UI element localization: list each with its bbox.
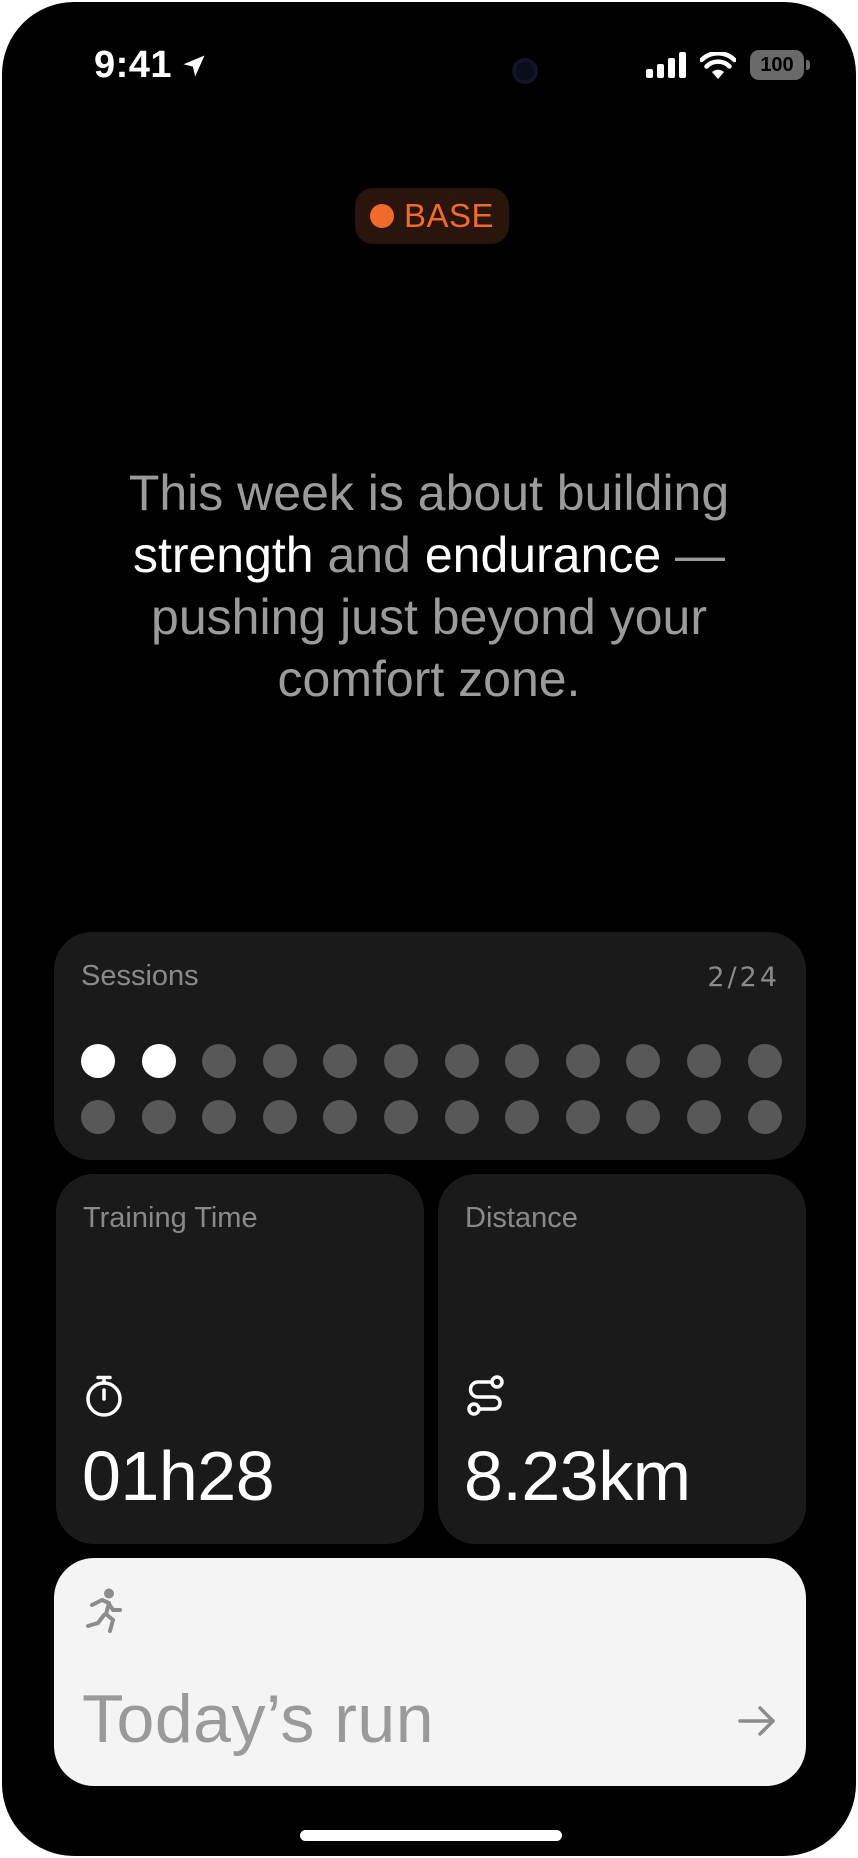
headline-text-2: and [313, 527, 425, 583]
headline-text-1: This week is about building [128, 465, 730, 521]
runner-icon [86, 1588, 122, 1633]
session-dot-pending [686, 1100, 721, 1134]
battery-icon: 100 [750, 50, 810, 80]
session-dot-pending [202, 1100, 237, 1134]
session-dot-pending [686, 1044, 721, 1078]
todays-run-label: Today’s run [82, 1681, 435, 1757]
session-dot-pending [626, 1100, 661, 1134]
session-dot-completed [81, 1044, 115, 1078]
sessions-dots-grid [81, 1044, 782, 1134]
sessions-title: Sessions [81, 960, 199, 992]
session-dot-pending [444, 1044, 479, 1078]
session-dot-pending [444, 1100, 479, 1134]
phase-dot-icon [369, 204, 394, 228]
status-bar: 9:41 100 [2, 2, 856, 132]
stopwatch-icon [86, 1375, 122, 1417]
distance-title: Distance [465, 1202, 578, 1234]
session-dot-pending [262, 1100, 297, 1134]
session-dot-pending [383, 1044, 418, 1078]
signal-icon [646, 52, 686, 78]
session-dot-pending [747, 1100, 782, 1134]
training-time-title: Training Time [83, 1202, 258, 1234]
session-dot-completed [141, 1044, 176, 1078]
session-dot-pending [262, 1044, 297, 1078]
session-dot-pending [141, 1100, 176, 1134]
wifi-icon [700, 51, 736, 79]
training-time-value: 01h28 [82, 1437, 275, 1515]
session-dot-pending [747, 1044, 782, 1078]
todays-run-button[interactable]: Today’s run [54, 1558, 806, 1786]
battery-level: 100 [760, 53, 794, 76]
session-dot-pending [565, 1100, 600, 1134]
session-dot-pending [626, 1044, 661, 1078]
distance-card[interactable]: Distance 8.23km [438, 1174, 806, 1544]
front-camera [512, 58, 538, 84]
session-dot-pending [565, 1044, 600, 1078]
status-right-group: 100 [646, 50, 810, 80]
phase-badge: BASE [355, 188, 509, 244]
status-time: 9:41 [94, 44, 173, 86]
headline-highlight-endurance: endurance [424, 527, 662, 583]
session-dot-pending [323, 1044, 358, 1078]
headline-highlight-strength: strength [132, 527, 314, 583]
session-dot-pending [81, 1100, 115, 1134]
route-icon [467, 1375, 504, 1416]
phone-screen: 9:41 100 BASE This week is about buildin… [2, 2, 856, 1856]
session-dot-pending [505, 1044, 540, 1078]
phase-label: BASE [403, 197, 495, 234]
weekly-headline: This week is about building strength and… [62, 462, 796, 710]
session-dot-pending [383, 1100, 418, 1134]
home-indicator[interactable] [300, 1830, 562, 1841]
session-dot-pending [202, 1044, 237, 1078]
session-dot-pending [505, 1100, 540, 1134]
session-dot-pending [323, 1100, 358, 1134]
distance-value: 8.23km [464, 1437, 691, 1515]
sessions-card[interactable]: Sessions 2/24 [54, 932, 806, 1160]
arrow-right-icon [738, 1706, 775, 1736]
sessions-count: 2/24 [707, 962, 780, 993]
location-arrow-icon [183, 55, 205, 76]
status-time-group: 9:41 [94, 44, 208, 87]
training-time-card[interactable]: Training Time 01h28 [56, 1174, 424, 1544]
